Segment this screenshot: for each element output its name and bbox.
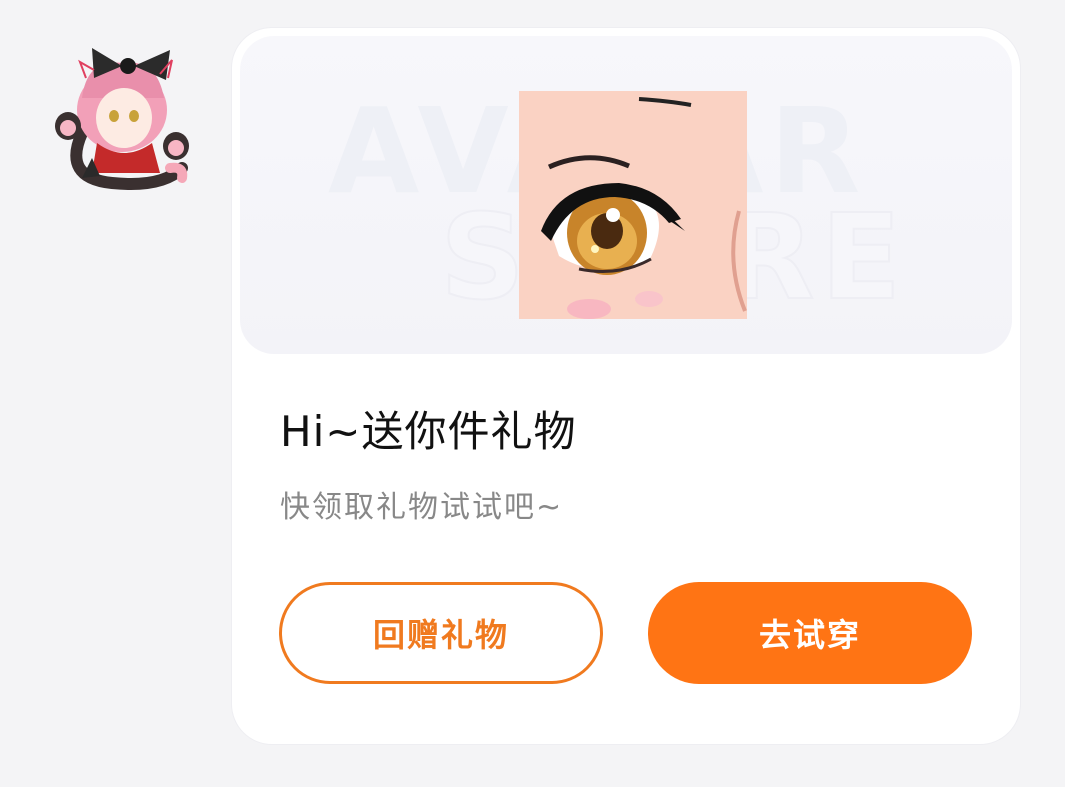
avatar[interactable] (52, 38, 194, 196)
try-on-button[interactable]: 去试穿 (648, 582, 972, 684)
gift-card: AVATAR STORE (232, 28, 1020, 744)
gift-item-preview[interactable] (519, 91, 747, 319)
cat-girl-avatar-image (55, 48, 189, 190)
gift-title: Hi~送你件礼物 (280, 407, 577, 456)
gift-back-button[interactable]: 回赠礼物 (279, 582, 603, 684)
gift-banner: AVATAR STORE (240, 36, 1012, 354)
anime-eye-image (519, 91, 747, 319)
gift-subtitle: 快领取礼物试试吧~ (280, 490, 564, 525)
